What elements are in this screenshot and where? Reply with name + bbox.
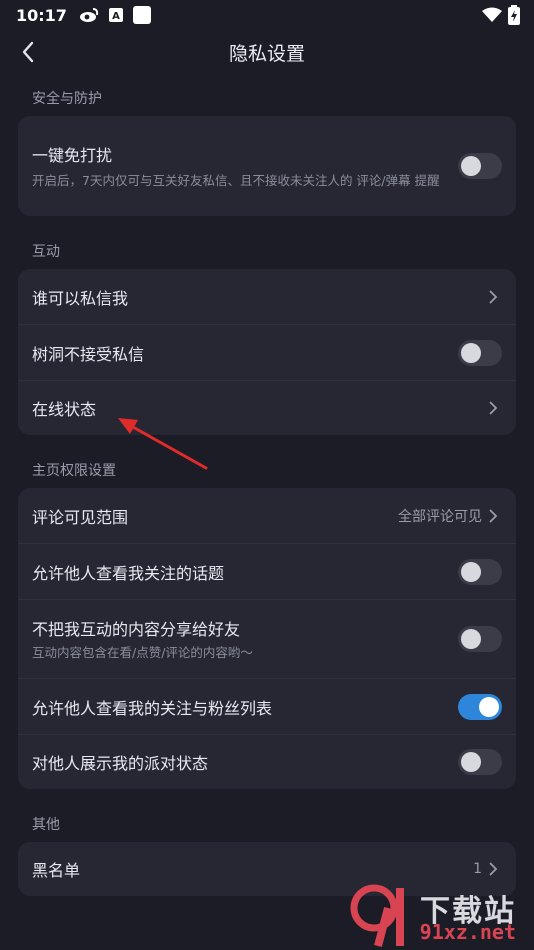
row-title: 树洞不接受私信 (32, 344, 145, 364)
row-title: 评论可见范围 (32, 507, 129, 527)
watermark-logo-icon (350, 884, 404, 948)
chevron-right-icon (484, 860, 502, 878)
row-title: 谁可以私信我 (32, 288, 129, 308)
row-party-status: 对他人展示我的派对状态 (18, 735, 516, 789)
card-security: 一键免打扰 开启后，7天内仅可与互关好友私信、且不接收未关注人的 评论/弹幕 提… (18, 116, 516, 216)
row-follow-fans-list: 允许他人查看我的关注与粉丝列表 (18, 679, 516, 735)
watermark: 下载站 91xz.net (348, 878, 528, 948)
row-title: 允许他人查看我关注的话题 (32, 563, 225, 583)
section-label-interaction: 互动 (32, 244, 60, 260)
share-interactions-toggle[interactable] (458, 626, 502, 652)
row-title: 对他人展示我的派对状态 (32, 754, 209, 773)
chevron-right-icon (484, 507, 502, 525)
row-online-status[interactable]: 在线状态 (18, 381, 516, 435)
nav-bar: 隐私设置 (0, 30, 534, 74)
back-button[interactable] (14, 38, 42, 66)
row-subtitle: 互动内容包含在看/点赞/评论的内容哟～ (32, 644, 253, 660)
row-comment-visibility[interactable]: 评论可见范围 全部评论可见 (18, 488, 516, 544)
card-homepage: 评论可见范围 全部评论可见 允许他人查看我关注的话题 不把我互动的内容分享给好友… (18, 488, 516, 789)
row-title: 一键免打扰 (32, 145, 113, 165)
annotation-arrow-icon (118, 418, 208, 470)
row-do-not-disturb: 一键免打扰 开启后，7天内仅可与互关好友私信、且不接收未关注人的 评论/弹幕 提… (18, 116, 516, 216)
row-who-can-message[interactable]: 谁可以私信我 (18, 269, 516, 325)
section-label-security: 安全与防护 (32, 91, 102, 107)
follow-fans-list-toggle[interactable] (458, 693, 502, 720)
watermark-site: 91xz.net (419, 920, 516, 944)
row-share-interactions: 不把我互动的内容分享给好友 互动内容包含在看/点赞/评论的内容哟～ (18, 600, 516, 679)
wifi-icon (482, 7, 502, 23)
status-icons-right (482, 5, 520, 25)
row-title: 在线状态 (32, 400, 97, 419)
weibo-icon (79, 7, 99, 23)
battery-charging-icon (508, 5, 520, 25)
row-followed-topics: 允许他人查看我关注的话题 (18, 544, 516, 600)
card-interaction: 谁可以私信我 树洞不接受私信 在线状态 (18, 269, 516, 435)
row-treehole-no-message: 树洞不接受私信 (18, 325, 516, 381)
row-title: 不把我互动的内容分享给好友 (32, 619, 241, 639)
comment-visibility-value: 全部评论可见 (398, 508, 482, 525)
row-subtitle: 开启后，7天内仅可与互关好友私信、且不接收未关注人的 评论/弹幕 提醒 (32, 172, 440, 188)
blacklist-count: 1 (473, 861, 482, 877)
status-bar: 10:17 A (0, 0, 534, 30)
chevron-right-icon (484, 288, 502, 306)
row-title: 允许他人查看我的关注与粉丝列表 (32, 698, 273, 718)
do-not-disturb-toggle[interactable] (458, 153, 502, 179)
status-time: 10:17 (16, 5, 67, 25)
party-status-toggle[interactable] (458, 749, 502, 775)
section-label-other: 其他 (32, 817, 60, 833)
chevron-right-icon (484, 399, 502, 417)
section-label-homepage: 主页权限设置 (32, 463, 116, 479)
notification-a-icon: A (108, 8, 123, 22)
svg-text:A: A (112, 11, 120, 22)
square-notification-icon (132, 6, 151, 24)
page-title: 隐私设置 (228, 42, 305, 65)
followed-topics-toggle[interactable] (458, 558, 502, 585)
treehole-no-message-toggle[interactable] (458, 339, 502, 366)
chevron-left-icon (22, 41, 34, 63)
status-icons-left: A (79, 6, 151, 24)
